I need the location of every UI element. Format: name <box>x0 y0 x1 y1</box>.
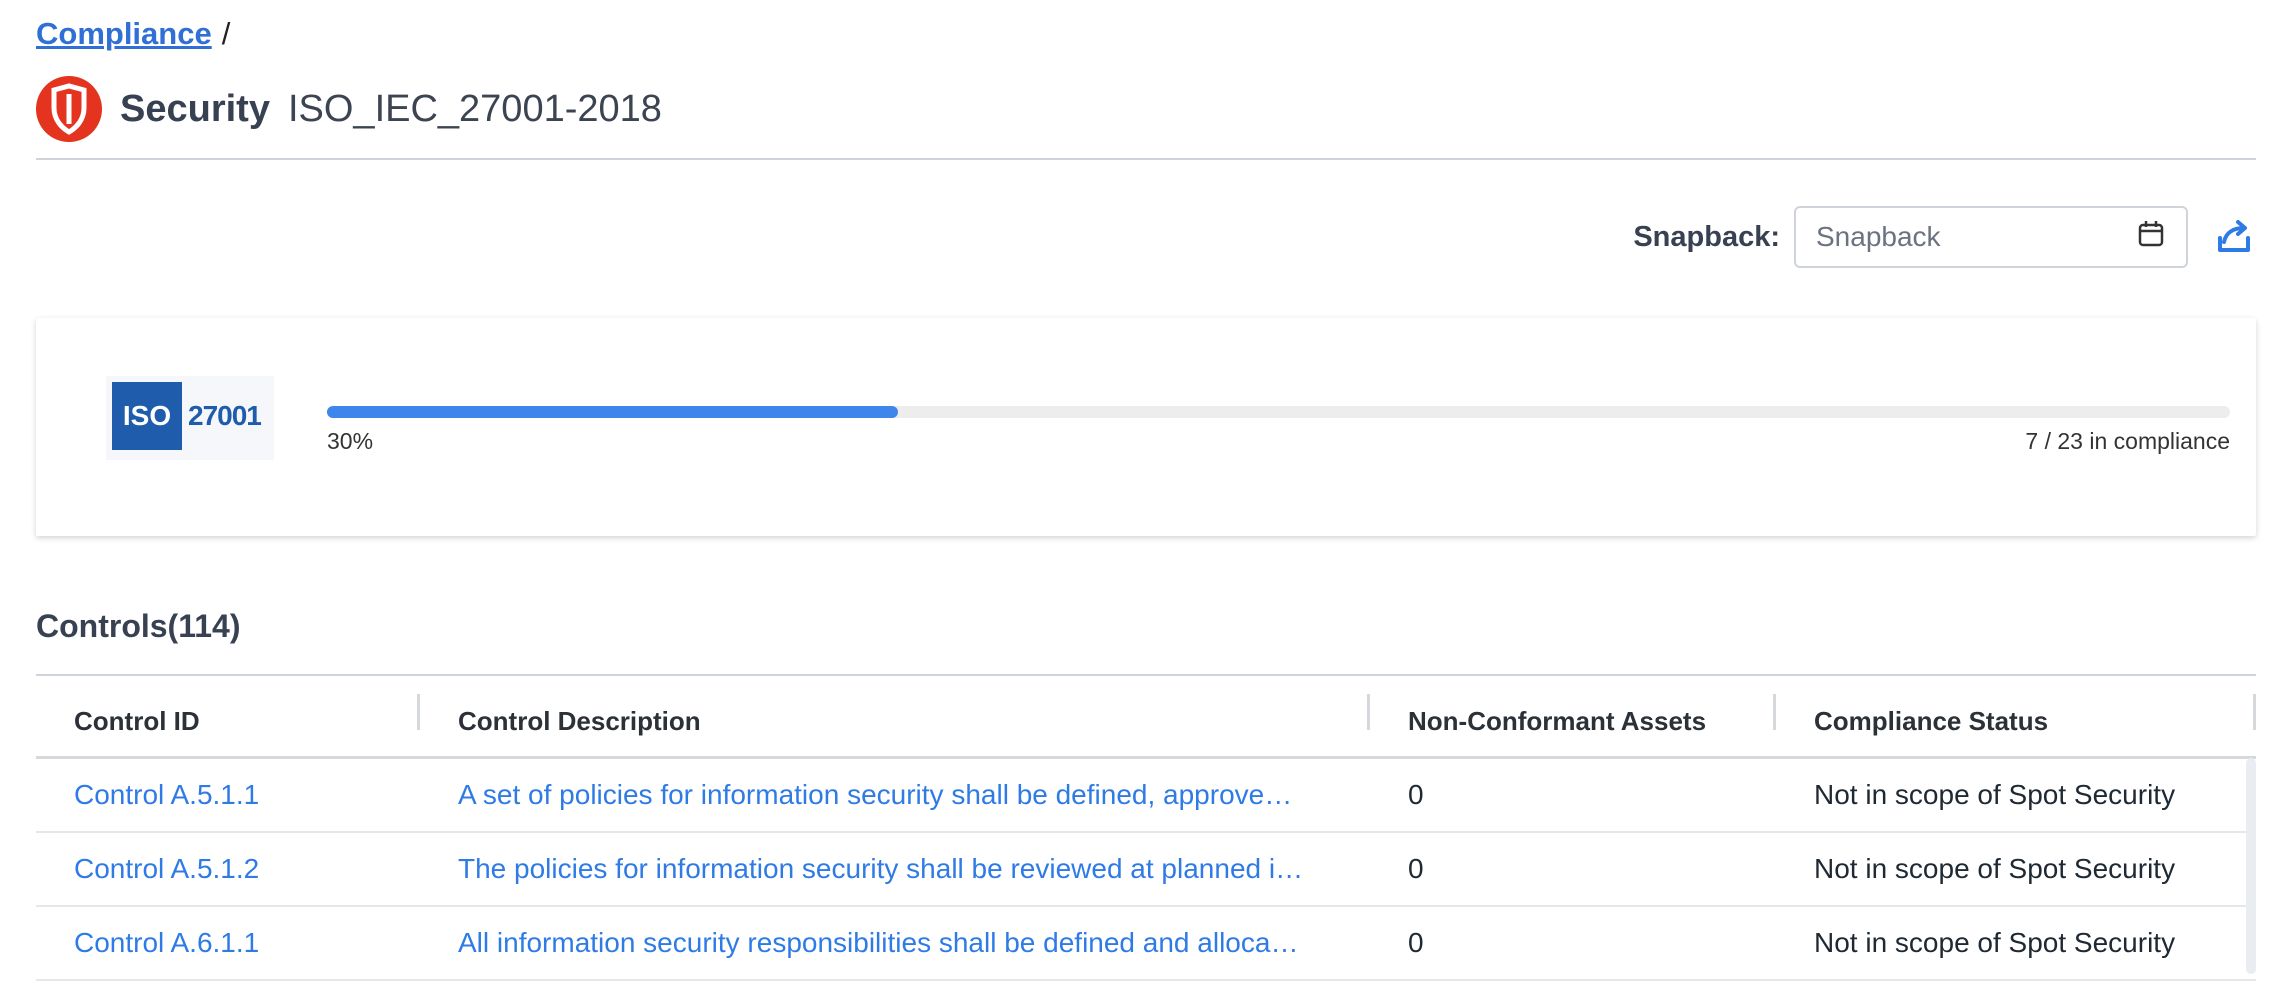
table-header: Control ID Control Description Non-Confo… <box>36 686 2256 759</box>
table-row: Control A.5.1.1 A set of policies for in… <box>36 759 2256 833</box>
header-divider <box>36 158 2256 160</box>
breadcrumb-compliance-link[interactable]: Compliance <box>36 16 212 52</box>
breadcrumb-separator: / <box>221 16 231 51</box>
non-conformant-assets: 0 <box>1408 853 1424 884</box>
control-id-link[interactable]: Control A.5.1.2 <box>36 853 420 885</box>
control-description-link[interactable]: The policies for information security sh… <box>420 853 1370 885</box>
iso-logo-number: 27001 <box>188 400 262 431</box>
compliance-status: Not in scope of Spot Security <box>1814 853 2176 884</box>
compliance-percent: 30% <box>327 428 374 454</box>
compliance-status: Not in scope of Spot Security <box>1814 779 2176 810</box>
non-conformant-assets: 0 <box>1408 927 1424 958</box>
page-title: Security <box>120 87 270 130</box>
column-header-non-conformant-assets[interactable]: Non-Conformant Assets <box>1370 686 1776 756</box>
snapback-placeholder: Snapback <box>1816 221 1941 252</box>
snapback-label: Snapback: <box>1633 220 1780 253</box>
compliance-summary-card: ISO 27001 30% 7 / 23 in compliance <box>36 318 2256 536</box>
breadcrumb: Compliance / <box>36 16 230 52</box>
column-header-control-description[interactable]: Control Description <box>420 686 1370 756</box>
control-description-link[interactable]: A set of policies for information securi… <box>420 779 1370 811</box>
table-row: Control A.5.1.2 The policies for informa… <box>36 833 2256 907</box>
snapback-date-input[interactable]: Snapback <box>1794 206 2188 268</box>
column-header-control-id[interactable]: Control ID <box>36 686 420 756</box>
shield-icon <box>36 76 102 142</box>
control-description-link[interactable]: All information security responsibilitie… <box>420 927 1370 959</box>
page-header: Security ISO_IEC_27001-2018 <box>36 76 662 142</box>
snapback-control: Snapback: Snapback <box>1633 206 2188 268</box>
controls-divider <box>36 674 2256 676</box>
non-conformant-assets: 0 <box>1408 779 1424 810</box>
iso-27001-logo: ISO 27001 <box>106 376 274 460</box>
table-row: Control A.6.1.1 All information security… <box>36 907 2256 981</box>
export-icon[interactable] <box>2214 216 2254 256</box>
control-id-link[interactable]: Control A.6.1.1 <box>36 927 420 959</box>
compliance-progress-fill <box>327 406 898 418</box>
controls-heading: Controls(114) <box>36 608 241 644</box>
control-id-link[interactable]: Control A.5.1.1 <box>36 779 420 811</box>
calendar-icon[interactable] <box>2136 219 2166 256</box>
iso-logo-box: ISO <box>112 382 182 450</box>
column-header-compliance-status[interactable]: Compliance Status <box>1776 686 2256 756</box>
standard-name: ISO_IEC_27001-2018 <box>287 87 662 130</box>
table-scrollbar[interactable] <box>2246 758 2256 974</box>
compliance-progress-bar <box>327 406 2230 418</box>
compliance-status: Not in scope of Spot Security <box>1814 927 2176 958</box>
compliance-count: 7 / 23 in compliance <box>2025 428 2230 454</box>
controls-table: Control ID Control Description Non-Confo… <box>36 686 2256 981</box>
